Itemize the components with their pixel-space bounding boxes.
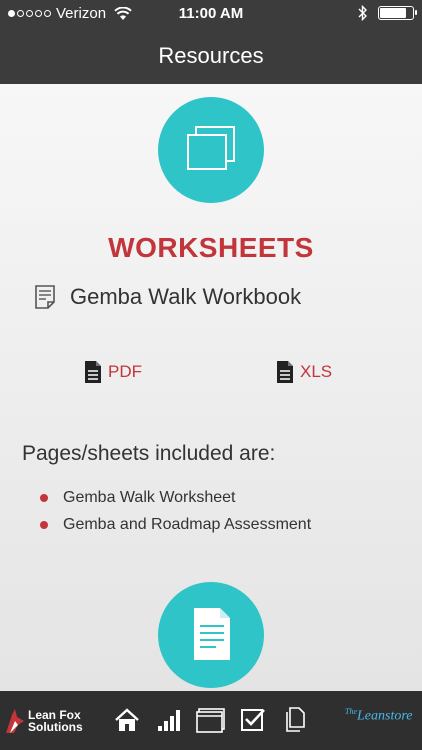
brand-line-2: Solutions — [28, 720, 83, 734]
bullet-icon — [40, 520, 48, 529]
xls-label: XLS — [300, 362, 333, 381]
list-item: Gemba Walk Worksheet — [40, 484, 311, 511]
tab-bar: Lean Fox Solutions TheLeanstore — [0, 691, 422, 750]
pdf-download-link[interactable]: PDF — [84, 360, 142, 384]
copy-icon[interactable] — [284, 707, 306, 733]
bluetooth-icon — [358, 5, 367, 21]
included-heading: Pages/sheets included are: — [22, 442, 276, 465]
home-icon[interactable] — [114, 707, 140, 733]
battery-fill — [380, 8, 407, 18]
checkbox-icon[interactable] — [240, 707, 266, 733]
fox-icon — [6, 709, 24, 733]
bar-chart-icon[interactable] — [156, 707, 182, 733]
nav-bar: Resources — [0, 28, 422, 84]
list-item: Gemba and Roadmap Assessment — [40, 511, 311, 538]
included-list: Gemba Walk Worksheet Gemba and Roadmap A… — [40, 484, 311, 538]
leanstore-logo[interactable]: TheLeanstore — [345, 707, 412, 725]
document-badge[interactable] — [158, 582, 264, 688]
xls-download-link[interactable]: XLS — [276, 360, 332, 384]
file-icon — [277, 361, 293, 383]
lean-fox-logo[interactable]: Lean Fox Solutions — [4, 707, 83, 735]
windows-icon[interactable] — [196, 707, 226, 733]
status-bar: Verizon 11:00 AM — [0, 0, 422, 28]
status-right — [358, 5, 417, 21]
document-icon — [194, 608, 230, 660]
worksheets-badge — [158, 97, 264, 203]
workbook-row: Gemba Walk Workbook — [34, 284, 301, 310]
pdf-label: PDF — [108, 362, 142, 381]
list-item-label: Gemba Walk Worksheet — [63, 488, 236, 506]
brand-prefix: The — [345, 707, 357, 716]
battery-icon — [378, 6, 417, 20]
bullet-icon — [40, 493, 48, 502]
worksheet-icon — [35, 285, 55, 309]
file-icon — [85, 361, 101, 383]
workbook-title: Gemba Walk Workbook — [70, 284, 302, 309]
lean-fox-text: Lean Fox Solutions — [26, 709, 83, 733]
copy-stack-icon — [187, 126, 235, 170]
page-title: Resources — [158, 43, 264, 68]
brand-name: Leanstore — [357, 708, 413, 724]
content-area[interactable]: WORKSHEETS Gemba Walk Workbook PDF XLS P… — [0, 84, 422, 691]
list-item-label: Gemba and Roadmap Assessment — [63, 515, 312, 533]
section-title: WORKSHEETS — [108, 232, 314, 263]
